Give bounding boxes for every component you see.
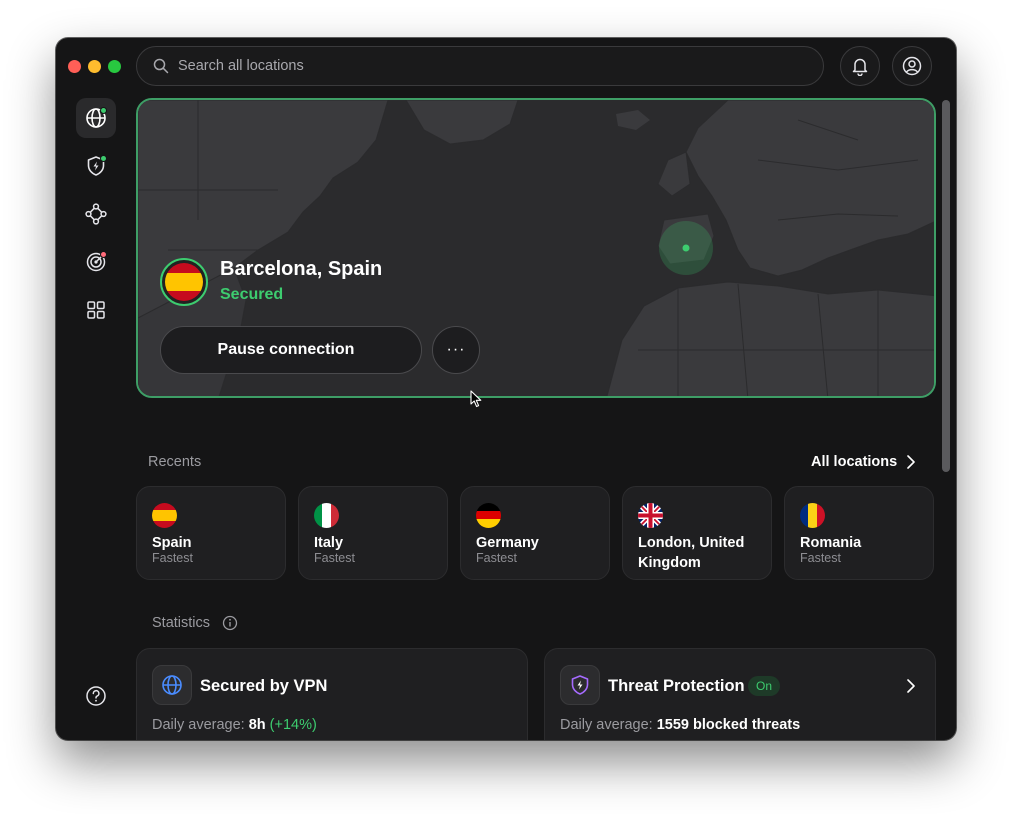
connected-location-name: Barcelona, Spain xyxy=(220,258,383,280)
recent-location-card[interactable]: Italy Fastest xyxy=(298,486,448,580)
vpn-avg-label: Daily average: xyxy=(152,717,245,733)
recent-location-name: Romania xyxy=(800,535,862,551)
help-icon xyxy=(86,686,106,706)
vpn-daily-average: Daily average: 8h (+14%) xyxy=(152,717,317,733)
germany-flag-icon xyxy=(476,503,501,528)
sidebar-item-more-apps[interactable] xyxy=(76,290,116,330)
spain-flag-icon xyxy=(160,258,208,306)
threat-stats-title: Threat Protection xyxy=(608,677,745,695)
notifications-button[interactable] xyxy=(840,46,880,86)
sidebar-item-meshnet[interactable] xyxy=(76,194,116,234)
more-options-button[interactable]: ··· xyxy=(432,326,480,374)
minimize-window-button[interactable] xyxy=(88,60,101,73)
connected-status-dot xyxy=(100,107,107,114)
recent-location-name: Italy xyxy=(314,535,344,551)
threat-avg-label: Daily average: xyxy=(560,717,653,733)
sidebar-item-threat-protection[interactable] xyxy=(76,146,116,186)
threat-status-dot xyxy=(100,155,107,162)
globe-icon xyxy=(162,675,182,695)
uk-flag-icon xyxy=(638,503,663,528)
connection-card: Barcelona, Spain Secured Pause connectio… xyxy=(136,98,936,398)
threat-protection-card[interactable]: Threat Protection On Daily average: 1559… xyxy=(544,648,936,740)
romania-flag-icon xyxy=(800,503,825,528)
sidebar-item-dark-web-monitor[interactable] xyxy=(76,242,116,282)
pause-connection-button[interactable]: Pause connection xyxy=(160,326,422,374)
sidebar-item-vpn[interactable] xyxy=(76,98,116,138)
app-window: Search all locations Barcelona, Spain Se… xyxy=(56,38,956,740)
recent-location-card[interactable]: Germany Fastest xyxy=(460,486,610,580)
user-icon xyxy=(902,56,922,76)
vpn-avg-change: (+14%) xyxy=(269,717,317,733)
spain-flag-icon xyxy=(152,503,177,528)
vpn-stats-card[interactable]: Secured by VPN Daily average: 8h (+14%) xyxy=(136,648,528,740)
all-locations-link[interactable]: All locations xyxy=(811,454,916,470)
threat-stats-icon-box xyxy=(560,665,600,705)
search-placeholder: Search all locations xyxy=(178,58,304,74)
recent-location-card[interactable]: London, United Kingdom xyxy=(622,486,772,580)
recent-location-name: Spain xyxy=(152,535,192,551)
recent-location-sub: Fastest xyxy=(476,551,517,565)
vpn-avg-value: 8h xyxy=(248,717,266,733)
statistics-title: Statistics xyxy=(152,615,211,631)
grid-icon xyxy=(87,301,105,319)
vpn-stats-title: Secured by VPN xyxy=(200,677,328,695)
recent-location-sub: Fastest xyxy=(314,551,355,565)
chevron-right-icon xyxy=(907,455,916,469)
recent-location-name: Germany xyxy=(476,535,539,551)
alert-status-dot xyxy=(100,251,107,258)
threat-avg-value: 1559 blocked threats xyxy=(656,717,801,733)
recents-title: Recents xyxy=(148,454,202,470)
recent-location-name: London, United Kingdom xyxy=(638,535,745,571)
maximize-window-button[interactable] xyxy=(108,60,121,73)
shield-bolt-icon xyxy=(571,675,589,695)
close-window-button[interactable] xyxy=(68,60,81,73)
chevron-right-icon xyxy=(907,679,915,693)
threat-daily-average: Daily average: 1559 blocked threats xyxy=(560,717,800,733)
connection-status: Secured xyxy=(220,286,284,303)
recent-location-card[interactable]: Spain Fastest xyxy=(136,486,286,580)
info-icon[interactable] xyxy=(222,615,238,631)
recent-location-sub: Fastest xyxy=(152,551,193,565)
bell-icon xyxy=(852,58,868,76)
search-input[interactable]: Search all locations xyxy=(136,46,824,86)
mouse-cursor-icon xyxy=(470,390,482,408)
status-badge: On xyxy=(748,676,781,696)
account-button[interactable] xyxy=(892,46,932,86)
location-marker xyxy=(682,244,690,252)
recent-location-sub: Fastest xyxy=(800,551,841,565)
meshnet-icon xyxy=(85,203,107,225)
recent-location-card[interactable]: Romania Fastest xyxy=(784,486,934,580)
search-icon xyxy=(153,58,169,74)
vpn-stats-icon-box xyxy=(152,665,192,705)
sidebar-item-help[interactable] xyxy=(76,676,116,716)
all-locations-label: All locations xyxy=(811,454,898,470)
italy-flag-icon xyxy=(314,503,339,528)
scrollbar-thumb[interactable] xyxy=(942,100,950,472)
